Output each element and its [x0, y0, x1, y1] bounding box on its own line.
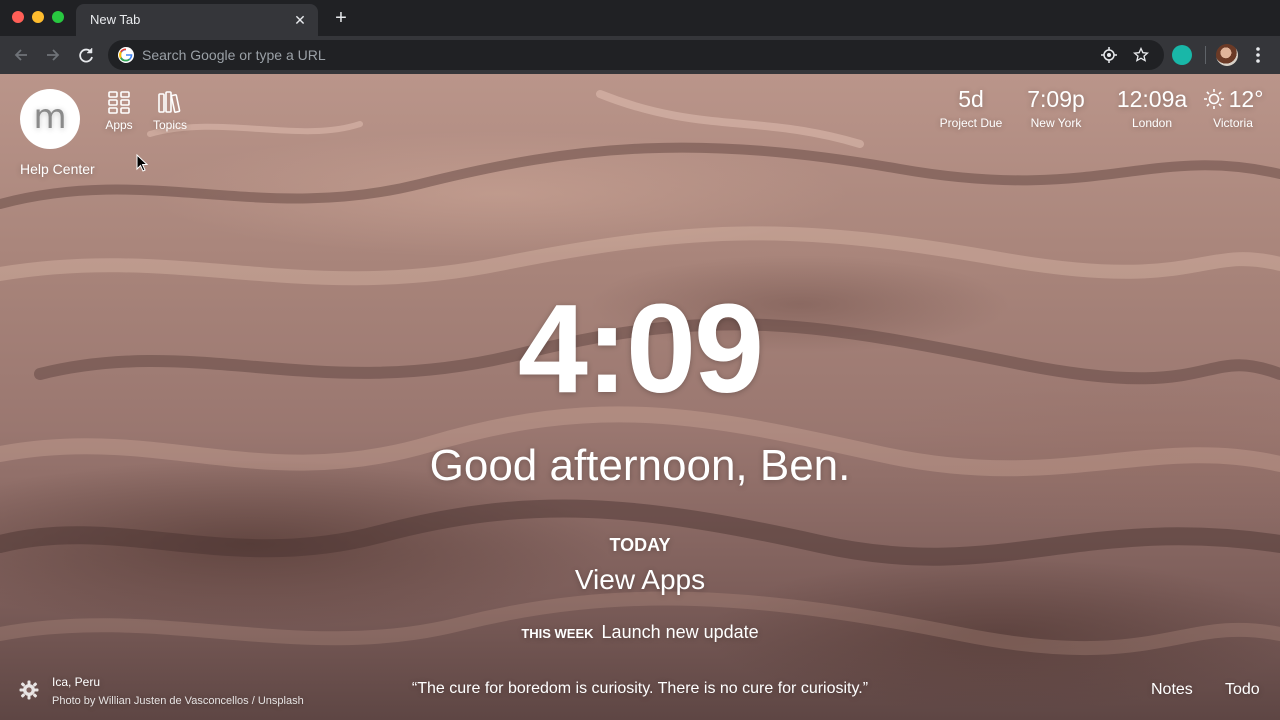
- weather-temperature: 12°: [1228, 86, 1264, 112]
- window-close-button[interactable]: [12, 11, 24, 23]
- window-zoom-button[interactable]: [52, 11, 64, 23]
- momentum-dashboard: m Help Center Apps Topics 5d Project Due…: [0, 74, 1280, 720]
- bookmark-star-icon[interactable]: [1133, 47, 1149, 63]
- new-york-label: New York: [1030, 116, 1082, 130]
- sun-icon: [1203, 89, 1224, 109]
- countdown-widget[interactable]: 5d Project Due: [935, 86, 1007, 130]
- countdown-value: 5d: [958, 86, 984, 112]
- world-clock-new-york[interactable]: 7:09p New York: [1022, 86, 1090, 130]
- topics-link[interactable]: Topics: [150, 89, 190, 132]
- apps-link[interactable]: Apps: [99, 89, 139, 132]
- london-label: London: [1131, 116, 1173, 130]
- momentum-extension-icon[interactable]: [1172, 45, 1192, 65]
- weather-location: Victoria: [1213, 116, 1253, 130]
- new-york-time: 7:09p: [1027, 86, 1085, 112]
- this-week-value: Launch new update: [601, 622, 759, 642]
- new-tab-button[interactable]: +: [330, 8, 352, 30]
- world-clock-london[interactable]: 12:09a London: [1100, 86, 1204, 130]
- google-g-icon: [118, 47, 134, 63]
- reload-icon[interactable]: [75, 44, 97, 66]
- forward-arrow-icon[interactable]: [42, 44, 64, 66]
- mouse-cursor-icon: [136, 154, 148, 172]
- tab-title: New Tab: [90, 12, 141, 27]
- todo-button[interactable]: Todo: [1225, 681, 1260, 699]
- topics-books-icon: [158, 91, 181, 113]
- today-focus[interactable]: View Apps: [0, 564, 1280, 596]
- apps-grid-icon: [108, 91, 130, 114]
- help-center-link[interactable]: Help Center: [20, 161, 95, 177]
- this-week-goal[interactable]: THIS WEEK Launch new update: [0, 622, 1280, 643]
- window-minimize-button[interactable]: [32, 11, 44, 23]
- apps-label: Apps: [105, 118, 133, 132]
- countdown-label: Project Due: [939, 116, 1003, 130]
- kebab-menu-icon[interactable]: [1252, 45, 1264, 65]
- weather-temperature-row: 12°: [1193, 86, 1273, 113]
- profile-avatar[interactable]: [1216, 44, 1238, 66]
- topics-label: Topics: [152, 118, 187, 132]
- tab-close-icon[interactable]: ✕: [290, 10, 310, 30]
- greeting[interactable]: Good afternoon, Ben.: [0, 440, 1280, 493]
- toolbar-divider: [1205, 46, 1206, 64]
- momentum-logo[interactable]: m: [20, 89, 80, 149]
- location-target-icon[interactable]: [1101, 47, 1117, 63]
- london-time: 12:09a: [1116, 86, 1188, 112]
- daily-quote[interactable]: “The cure for boredom is curiosity. Ther…: [0, 680, 1280, 698]
- main-clock[interactable]: 4:09: [0, 286, 1280, 412]
- today-label: TODAY: [609, 535, 671, 555]
- omnibox-placeholder[interactable]: Search Google or type a URL: [142, 47, 326, 63]
- active-tab[interactable]: New Tab ✕: [76, 4, 318, 36]
- omnibox[interactable]: Search Google or type a URL: [108, 40, 1164, 70]
- back-arrow-icon[interactable]: [10, 44, 32, 66]
- this-week-label: THIS WEEK: [521, 626, 594, 641]
- browser-tab-bar: New Tab ✕ +: [0, 0, 1280, 36]
- notes-button[interactable]: Notes: [1151, 681, 1193, 699]
- weather-widget[interactable]: 12° Victoria: [1193, 86, 1273, 130]
- browser-toolbar: Search Google or type a URL: [0, 36, 1280, 74]
